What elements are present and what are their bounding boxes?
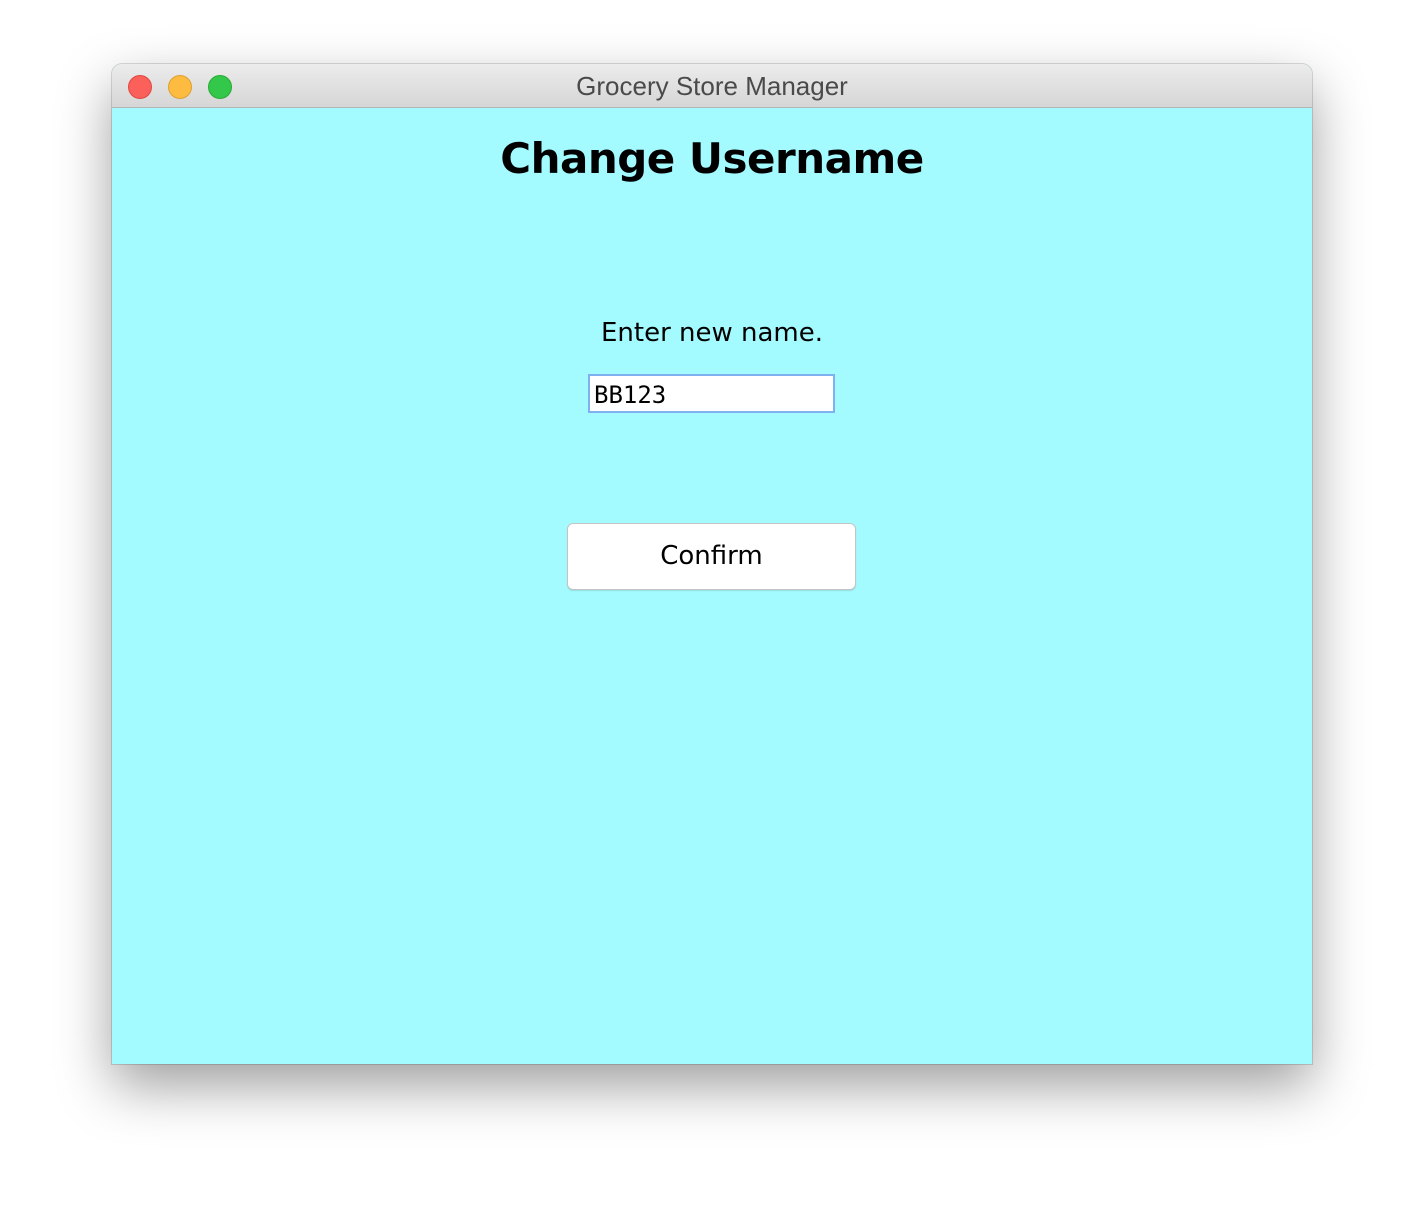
app-window: Grocery Store Manager Change Username En… xyxy=(112,64,1312,1064)
new-name-label: Enter new name. xyxy=(600,318,824,348)
main-panel: Change Username Enter new name. Confirm xyxy=(112,108,1312,1064)
new-name-input[interactable] xyxy=(588,374,835,413)
title-bar[interactable]: Grocery Store Manager xyxy=(112,64,1312,108)
page-title: Change Username xyxy=(500,134,924,183)
window-title: Grocery Store Manager xyxy=(576,71,848,101)
confirm-button[interactable]: Confirm xyxy=(567,523,856,590)
